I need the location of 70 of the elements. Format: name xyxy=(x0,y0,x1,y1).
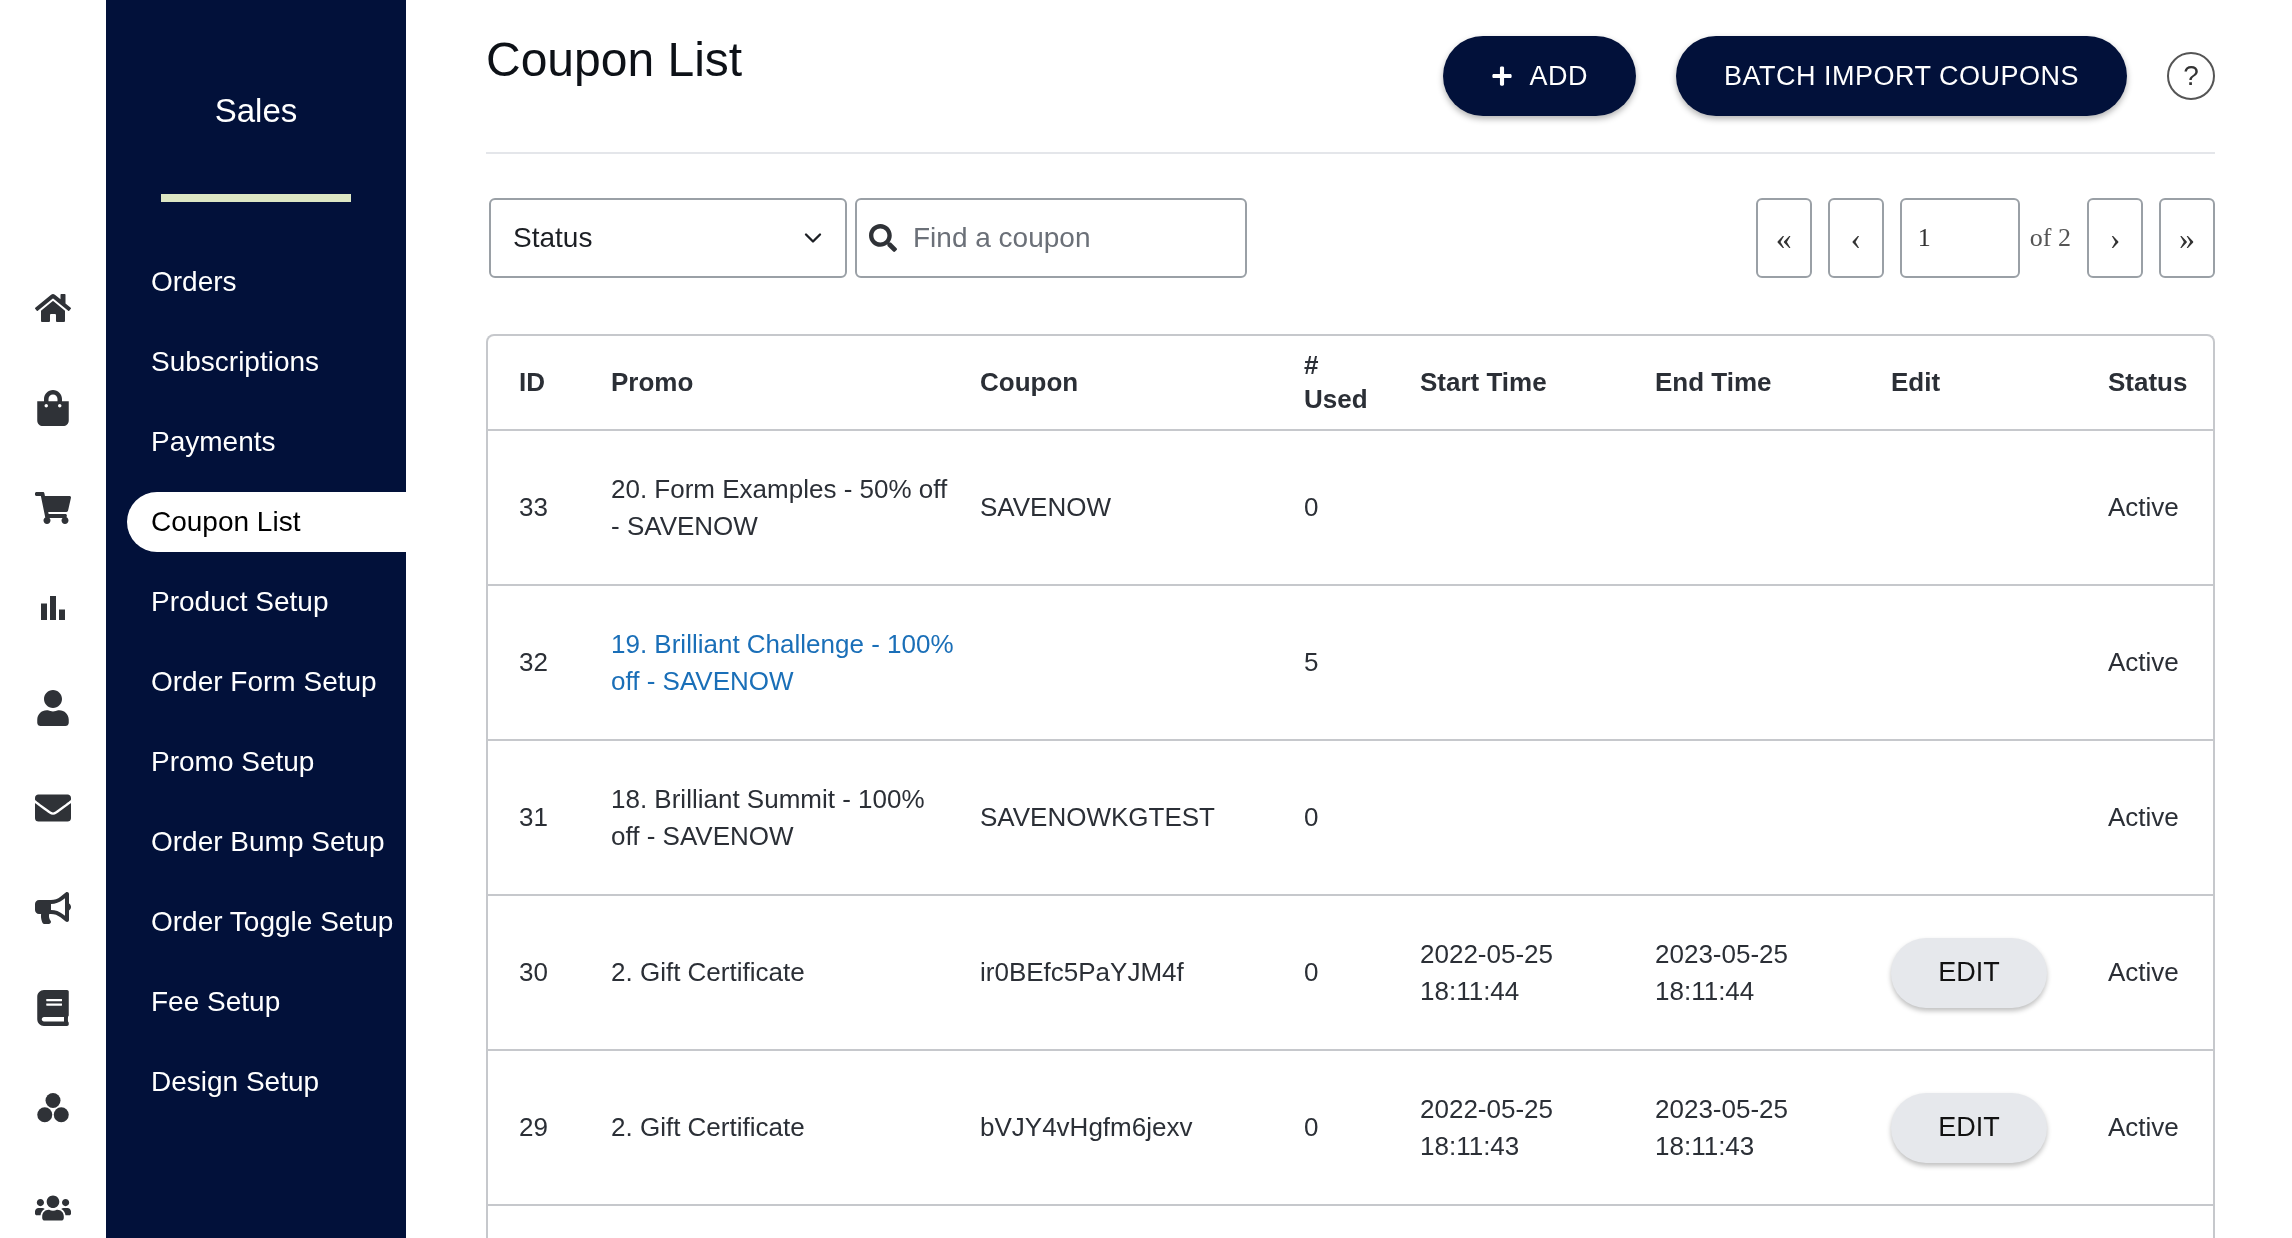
book-icon[interactable] xyxy=(35,990,71,1026)
sidebar-item[interactable]: Coupon List xyxy=(127,492,406,552)
dropdown-value: Status xyxy=(513,222,593,254)
promo-link[interactable]: 19. Brilliant Challenge - 100% off - SAVENOW xyxy=(611,625,980,700)
sidebar-item[interactable]: Design Setup xyxy=(127,1052,406,1112)
table-cell-text: 29 xyxy=(519,1111,549,1145)
table-cell-text: 0 xyxy=(1304,801,1320,835)
table-cell-text: 2022-05-25 18:11:43 xyxy=(1420,1092,1554,1163)
table-cell-text: 20. Form Examples - 50% off - SAVENOW xyxy=(611,472,949,543)
table-cell-text: 32 xyxy=(519,646,549,680)
add-button[interactable]: ADD xyxy=(1443,36,1636,116)
plus-icon xyxy=(1491,65,1514,87)
table-cell-text: Active xyxy=(2108,491,2180,525)
column-header: Edit xyxy=(1891,365,1942,399)
table-cell-text: Active xyxy=(2108,646,2180,680)
sidebar-item[interactable]: Subscriptions xyxy=(127,332,406,392)
sidebar-item[interactable]: Order Toggle Setup xyxy=(127,892,406,952)
table-cell-text: 2023-05-25 18:11:44 xyxy=(1655,937,1789,1008)
sidebar-item[interactable]: Payments xyxy=(127,412,406,472)
previous-page-button[interactable]: ‹ xyxy=(1827,198,1884,278)
sidebar-title: Sales xyxy=(214,92,298,130)
column-header: # Used xyxy=(1304,348,1369,416)
table-cell-text: Active xyxy=(2108,801,2180,835)
page-number-field[interactable]: 1 xyxy=(1899,198,2020,278)
first-page-button[interactable]: « xyxy=(1755,198,1812,278)
sidebar-item[interactable]: Fee Setup xyxy=(127,972,406,1032)
column-header: End Time xyxy=(1655,365,1773,399)
table-cell-text: 18. Brilliant Summit - 100% off - SAVENOW xyxy=(611,782,926,853)
table-cell-text: 0 xyxy=(1304,956,1320,990)
sidebar-item[interactable]: Promo Setup xyxy=(127,732,406,792)
cart-icon[interactable] xyxy=(35,490,71,526)
table-cell-text: 2023-05-25 18:11:43 xyxy=(1655,1092,1789,1163)
column-header: Status xyxy=(2108,365,2189,399)
next-page-button[interactable]: › xyxy=(2087,198,2143,278)
shopping-bag-icon[interactable] xyxy=(35,390,71,426)
page-title: Coupon List xyxy=(486,32,744,87)
sidebar-item[interactable]: Product Setup xyxy=(127,572,406,632)
search-icon xyxy=(869,224,897,252)
search-field[interactable]: Find a coupon xyxy=(855,198,1247,278)
table-cell-text: ir0BEfc5PaYJM4f xyxy=(980,956,1185,990)
table-cell-text: 2022-05-25 18:11:44 xyxy=(1420,937,1554,1008)
batch-import-button[interactable]: BATCH IMPORT COUPONS xyxy=(1675,36,2127,116)
column-header: Start Time xyxy=(1420,365,1548,399)
table-cell-text: 0 xyxy=(1304,491,1320,525)
help-button[interactable]: ? xyxy=(2167,52,2215,100)
user-icon[interactable] xyxy=(35,690,71,726)
edit-button[interactable]: EDIT xyxy=(1891,1092,2047,1163)
last-page-button[interactable]: » xyxy=(2159,198,2215,278)
table-cell-text: SAVENOW xyxy=(980,491,1112,525)
megaphone-icon[interactable] xyxy=(35,890,71,926)
edit-button[interactable]: EDIT xyxy=(1891,937,2047,1008)
table-cell-text: 30 xyxy=(519,956,549,990)
table-cell-text: 0 xyxy=(1304,1111,1320,1145)
column-header: Coupon xyxy=(980,365,1080,399)
table-cell-text: Active xyxy=(2108,956,2180,990)
table-cell-text: 5 xyxy=(1304,646,1320,680)
table-cell-text: 33 xyxy=(519,491,549,525)
column-header: Promo xyxy=(611,365,695,399)
column-header: ID xyxy=(519,365,546,399)
page-count: of 2 xyxy=(2029,223,2071,253)
sidebar-item[interactable]: Orders xyxy=(127,252,406,312)
table-cell-text: 31 xyxy=(519,801,549,835)
status-dropdown[interactable]: Status xyxy=(489,198,847,278)
sidebar-item[interactable]: Order Bump Setup xyxy=(127,812,406,872)
sidebar-item[interactable]: Order Form Setup xyxy=(127,652,406,712)
table-cell-text: 2. Gift Certificate xyxy=(611,1111,806,1145)
table-cell-text: bVJY4vHgfm6jexv xyxy=(980,1111,1194,1145)
table-cell-text: SAVENOWKGTEST xyxy=(980,801,1216,835)
table-cell-text: 2. Gift Certificate xyxy=(611,956,806,990)
table-cell-text: Active xyxy=(2108,1111,2180,1145)
